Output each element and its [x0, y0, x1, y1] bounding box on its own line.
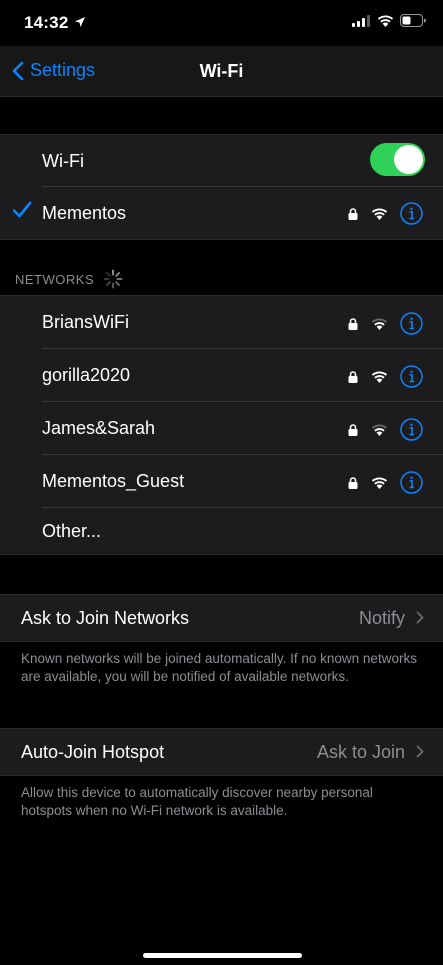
- wifi-signal-icon: [371, 318, 388, 330]
- network-name: James&Sarah: [42, 418, 156, 438]
- info-icon[interactable]: [400, 418, 423, 441]
- location-arrow-icon: [75, 17, 85, 27]
- networks-header-label: NETWORKS: [15, 271, 95, 287]
- home-indicator[interactable]: [143, 953, 302, 958]
- network-name: BriansWiFi: [42, 312, 130, 332]
- wifi-signal-icon: [371, 477, 388, 489]
- info-icon[interactable]: [400, 471, 423, 494]
- ask-to-join-footer: Known networks will be joined automatica…: [21, 651, 417, 684]
- checkmark-icon: [12, 201, 32, 218]
- other-network-row[interactable]: Other...: [0, 508, 443, 554]
- lock-icon: [348, 476, 358, 489]
- wifi-signal-icon: [371, 208, 388, 220]
- network-name: Mementos_Guest: [42, 471, 185, 491]
- status-time: 14:32: [24, 13, 69, 32]
- info-icon[interactable]: [400, 365, 423, 388]
- current-network-name: Mementos: [42, 202, 127, 223]
- network-row[interactable]: BriansWiFi: [0, 296, 443, 349]
- current-network-row[interactable]: Mementos: [0, 187, 443, 239]
- toggle-knob: [394, 145, 423, 174]
- auto-join-value: Ask to Join: [316, 741, 405, 762]
- lock-icon: [348, 370, 358, 383]
- ask-to-join-value: Notify: [358, 607, 405, 628]
- lock-icon: [348, 317, 358, 330]
- status-bar: 14:32: [0, 0, 443, 46]
- wifi-status-icon: [377, 15, 394, 27]
- spinner-icon: [103, 269, 123, 289]
- ask-to-join-row[interactable]: Ask to Join Networks Notify: [0, 595, 443, 641]
- wifi-signal-icon: [371, 371, 388, 383]
- auto-join-footer: Allow this device to automatically disco…: [21, 785, 373, 818]
- navigation-bar: Settings Wi-Fi: [0, 46, 443, 97]
- lock-icon: [348, 423, 358, 436]
- network-row[interactable]: Mementos_Guest: [0, 455, 443, 508]
- lock-icon: [348, 207, 358, 220]
- cellular-signal-icon: [352, 14, 370, 27]
- info-icon[interactable]: [400, 202, 423, 225]
- info-icon[interactable]: [400, 312, 423, 335]
- chevron-right-icon: [416, 745, 424, 758]
- wifi-toggle-switch[interactable]: [370, 143, 425, 176]
- ask-to-join-group: Ask to Join Networks Notify: [0, 594, 443, 642]
- chevron-right-icon: [416, 611, 424, 624]
- other-network-label: Other...: [42, 520, 102, 541]
- networks-section-header: NETWORKS: [15, 269, 123, 289]
- wifi-toggle-label: Wi-Fi: [42, 150, 84, 171]
- network-name: gorilla2020: [42, 365, 131, 385]
- auto-join-group: Auto-Join Hotspot Ask to Join: [0, 728, 443, 776]
- network-row[interactable]: gorilla2020: [0, 349, 443, 402]
- network-row[interactable]: James&Sarah: [0, 402, 443, 455]
- ask-to-join-label: Ask to Join Networks: [21, 607, 190, 628]
- page-title: Wi-Fi: [199, 61, 244, 81]
- auto-join-row[interactable]: Auto-Join Hotspot Ask to Join: [0, 729, 443, 775]
- wifi-toggle-row: Wi-Fi: [0, 135, 443, 187]
- networks-list: BriansWiFi gorilla2020 James&Sarah Memen…: [0, 295, 443, 555]
- wifi-group: Wi-Fi Mementos: [0, 134, 443, 240]
- wifi-signal-icon: [371, 424, 388, 436]
- battery-icon: [400, 14, 426, 27]
- auto-join-label: Auto-Join Hotspot: [21, 741, 165, 762]
